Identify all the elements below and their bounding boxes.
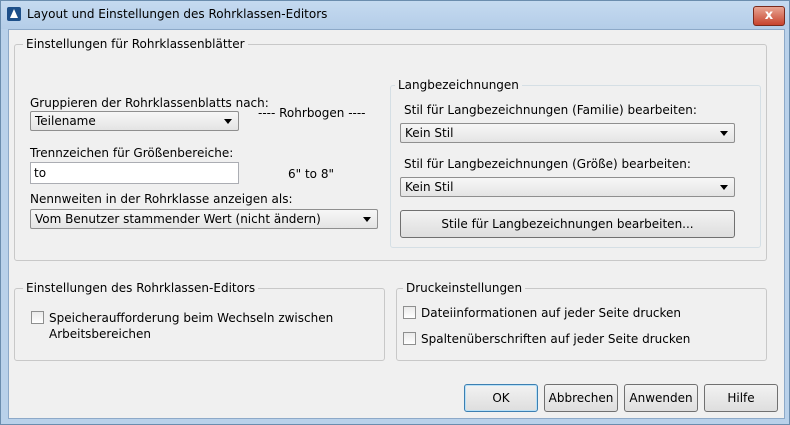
sheet-settings-legend: Einstellungen für Rohrklassenblätter <box>23 37 248 51</box>
close-button[interactable]: x <box>753 6 785 26</box>
help-button[interactable]: Hilfe <box>704 384 778 412</box>
family-style-value: Kein Stil <box>405 126 454 140</box>
chevron-down-icon <box>720 185 728 190</box>
size-style-value: Kein Stil <box>405 180 454 194</box>
size-style-label: Stil für Langbezeichnungen (Größe) bearb… <box>404 157 691 171</box>
nominal-value: Vom Benutzer stammender Wert (nicht ände… <box>35 212 321 226</box>
separator-field[interactable] <box>30 162 239 184</box>
family-style-dropdown[interactable]: Kein Stil <box>400 123 735 143</box>
separator-input[interactable] <box>34 165 224 181</box>
group-by-label: Gruppieren der Rohrklassenblatts nach: <box>30 96 269 110</box>
column-headers-label: Spaltenüberschriften auf jeder Seite dru… <box>421 332 691 346</box>
family-style-label: Stil für Langbezeichnungen (Familie) bea… <box>404 103 697 117</box>
editor-settings-legend: Einstellungen des Rohrklassen-Editors <box>23 281 259 295</box>
save-prompt-checkbox[interactable] <box>31 311 44 324</box>
ok-button[interactable]: OK <box>464 384 538 412</box>
separator-label: Trennzeichen für Größenbereiche: <box>30 146 234 160</box>
dialog-window: Layout und Einstellungen des Rohrklassen… <box>0 0 790 425</box>
size-style-dropdown[interactable]: Kein Stil <box>400 177 735 197</box>
group-by-dropdown[interactable]: Teilename <box>30 111 239 131</box>
preview-heading: ---- Rohrbogen ---- <box>258 106 366 120</box>
print-settings-legend: Druckeinstellungen <box>403 281 526 295</box>
separator-preview: 6" to 8" <box>288 167 334 181</box>
dialog-client-area: Einstellungen für Rohrklassenblätter Gru… <box>8 29 785 419</box>
nominal-label: Nennweiten in der Rohrklasse anzeigen al… <box>30 192 293 206</box>
group-by-value: Teilename <box>35 114 96 128</box>
edit-styles-button[interactable]: Stile für Langbezeichnungen bearbeiten..… <box>400 210 735 238</box>
save-prompt-label-line1: Speicheraufforderung beim Wechseln zwisc… <box>49 311 334 325</box>
sheet-settings-panel: Einstellungen für Rohrklassenblätter Gru… <box>14 37 767 261</box>
save-prompt-label-line2: Arbeitsbereichen <box>49 327 152 341</box>
apply-button[interactable]: Anwenden <box>624 384 698 412</box>
chevron-down-icon <box>224 119 232 124</box>
chevron-down-icon <box>363 217 371 222</box>
editor-settings-panel: Einstellungen des Rohrklassen-Editors Sp… <box>14 281 385 361</box>
window-title: Layout und Einstellungen des Rohrklassen… <box>27 7 328 21</box>
app-icon <box>7 7 21 21</box>
long-desc-legend: Langbezeichnungen <box>395 78 522 92</box>
column-headers-checkbox[interactable] <box>403 332 416 345</box>
cancel-button[interactable]: Abbrechen <box>544 384 618 412</box>
file-info-checkbox[interactable] <box>403 306 416 319</box>
title-bar: Layout und Einstellungen des Rohrklassen… <box>1 1 789 29</box>
nominal-dropdown[interactable]: Vom Benutzer stammender Wert (nicht ände… <box>30 209 378 229</box>
file-info-label: Dateiinformationen auf jeder Seite druck… <box>421 306 682 320</box>
print-settings-panel: Druckeinstellungen Dateiinformationen au… <box>396 281 767 361</box>
chevron-down-icon <box>720 131 728 136</box>
long-desc-group: Langbezeichnungen Stil für Langbezeichnu… <box>390 78 761 248</box>
